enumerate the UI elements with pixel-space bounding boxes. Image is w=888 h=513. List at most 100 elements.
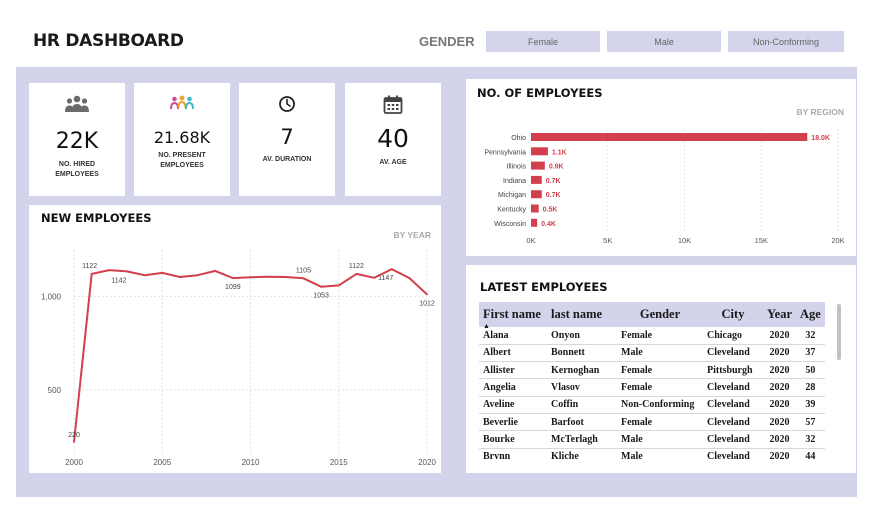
table-row[interactable]: Bourke McTerlagh Male Cleveland 2020 32 [479,430,825,449]
table-cell: Aveline [479,396,547,414]
latest-employees-table: First name ▲ last name Gender City Year … [479,302,825,459]
table-row[interactable]: Allister Kernoghan Female Pittsburgh 2020 50 [479,361,825,380]
x-tick-label: 2020 [418,458,436,467]
table-cell: Kernoghan [547,361,617,380]
column-header-year[interactable]: Year [763,302,796,327]
table-cell: Kliche [547,448,617,459]
data-point [390,268,393,271]
table-cell: 2020 [763,361,796,380]
data-point [214,269,217,272]
table-row[interactable]: Angelia Vlasov Female Cleveland 2020 28 [479,378,825,397]
new-employees-line-chart: 500 1,000 2000 2005 2010 2015 2020 220 1122 1142 1… [41,250,436,467]
table-cell: Non-Conforming [617,396,703,414]
table-cell: Beverlie [479,413,547,432]
kpi-card-hired-employees[interactable]: 22K NO. HIRED EMPLOYEES [29,83,125,196]
gender-slicer-non-conforming-button[interactable]: Non-Conforming [728,31,846,54]
x-tick-label: 15K [755,236,768,245]
kpi-value: 21.68K [153,128,211,147]
region-bar [531,133,808,141]
gender-slicer-male-button[interactable]: Male [607,31,723,54]
table-cell: McTerlagh [547,430,617,449]
region-bar [531,175,542,184]
data-point [249,276,252,279]
column-header-label: First name [483,307,541,321]
kpi-value: 22K [55,129,99,154]
column-header-label: last name [551,307,603,321]
column-header-first-name[interactable]: First name ▲ [479,302,547,330]
table-cell: Barfoot [547,413,617,432]
data-label: 18.0K [811,135,830,142]
kpi-label-line: AV. AGE [379,159,407,166]
x-tick-label: 2010 [242,458,260,467]
y-tick-label: 1,000 [41,293,62,302]
region-bar [531,218,538,227]
table-row[interactable]: Aveline Coffin Non-Conforming Cleveland 2020… [479,396,825,414]
gender-slicer-label: GENDER [419,34,475,49]
kpi-card-present-employees[interactable]: 21.68K NO. PRESENT EMPLOYEES [134,83,230,196]
region-bar [531,204,539,213]
table-cell: 32 [796,327,825,345]
data-label: 1142 [111,277,126,284]
table-row[interactable]: Brynn Kliche Male Cleveland 2020 44 [479,448,825,459]
kpi-label: NO. PRESENT EMPLOYEES [140,151,224,171]
table-row[interactable]: Albert Bonnett Male Cleveland 2020 37 [479,344,825,363]
category-label: Pennsylvania [484,149,526,156]
x-tick-label: 2000 [65,458,83,467]
gender-slicer-female-button[interactable]: Female [486,31,602,54]
x-tick-label: 5K [603,236,612,245]
kpi-value: 40 [377,124,409,153]
column-header-city[interactable]: City [703,302,763,327]
kpi-card-average-duration[interactable]: 7 AV. DURATION [239,83,335,196]
latest-employees-title: LATEST EMPLOYEES [480,280,608,294]
category-label: Indiana [503,178,526,185]
table-cell: Vlasov [547,378,617,397]
table-cell: Cleveland [703,448,763,459]
x-tick-label: 2005 [153,458,171,467]
table-cell: Male [617,448,703,459]
table-cell: 39 [796,396,825,414]
table-cell: Cleveland [703,413,763,432]
table-cell: Female [617,378,703,397]
column-header-last-name[interactable]: last name [547,302,617,327]
region-bar [531,147,548,156]
data-point [284,276,287,278]
column-header-age[interactable]: Age [796,302,825,327]
kpi-label: AV. DURATION [245,155,329,165]
table-cell: 2020 [763,327,796,345]
latest-employees-table-viewport[interactable]: First name ▲ last name Gender City Year … [479,302,826,459]
data-label: 1.1K [552,149,567,156]
data-point [426,293,428,296]
table-cell: Male [617,344,703,363]
table-cell: 37 [796,344,825,363]
region-bar [531,190,542,199]
data-point [337,284,340,287]
table-scrollbar[interactable] [837,304,841,360]
table-cell: 2020 [763,448,796,459]
sort-ascending-icon: ▲ [483,322,490,330]
data-point [355,272,358,275]
x-tick-label: 20K [831,236,844,245]
table-cell: Cleveland [703,344,763,363]
kpi-label-line: EMPLOYEES [160,162,204,169]
data-point [408,277,411,279]
kpi-label: NO. HIRED EMPLOYEES [35,160,119,180]
table-cell: 57 [796,413,825,432]
kpi-label: AV. AGE [351,158,435,168]
data-label: 0.7K [546,192,561,199]
employees-by-region-bar-chart: 0K 5K 10K 15K 20K Ohio 18.0K Pennsylvania 1.1K Il… [484,129,845,245]
kpi-card-average-age[interactable]: 40 AV. AGE [345,83,441,196]
new-employees-chart-card[interactable]: NEW EMPLOYEES BY YEAR 500 1,000 2000 2005 20… [29,205,441,473]
table-row[interactable]: Beverlie Barfoot Female Cleveland 2020 57 [479,413,825,432]
table-cell: 32 [796,430,825,449]
column-header-label: Age [800,307,821,321]
table-cell: Pittsburgh [703,361,763,380]
column-header-gender[interactable]: Gender [617,302,703,327]
table-row[interactable]: Alana Onyon Female Chicago 2020 32 [479,327,825,345]
table-cell: Albert [479,344,547,363]
data-label: 1147 [378,275,393,282]
category-label: Michigan [498,192,526,199]
table-header-row: First name ▲ last name Gender City Year … [479,302,825,330]
table-cell: Male [617,430,703,449]
data-label: 1105 [296,267,311,274]
employees-by-region-chart-card[interactable]: NO. OF EMPLOYEES BY REGION 0K 5K 10K 15K 20K… [466,79,856,256]
